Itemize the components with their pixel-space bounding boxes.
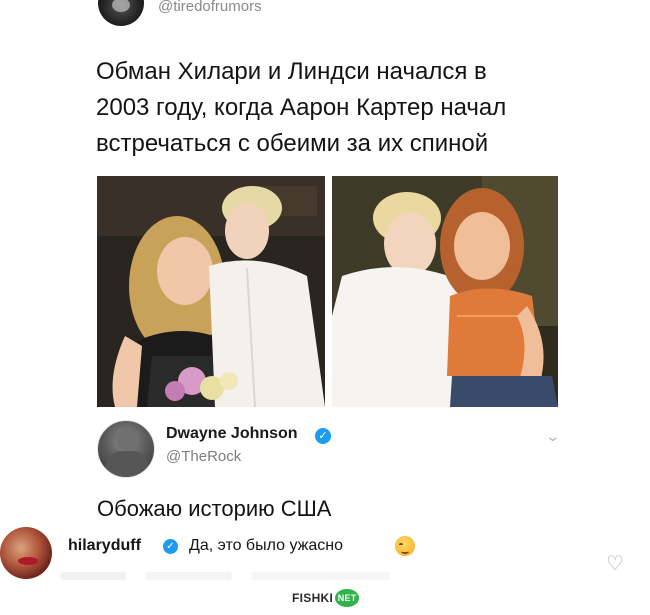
fishki-watermark: FISHKI NET [292, 588, 360, 608]
hilaryduff-avatar[interactable] [0, 527, 52, 579]
watermark-brand: FISHKI [292, 591, 334, 605]
chevron-down-icon[interactable]: ⌄ [545, 429, 561, 445]
dwayne-johnson-name[interactable]: Dwayne Johnson [166, 425, 298, 443]
smirking-face-icon [395, 536, 415, 556]
dwayne-johnson-avatar[interactable] [97, 420, 155, 478]
comment-meta-row [60, 572, 390, 580]
photo-aaron-lindsay[interactable] [332, 176, 558, 407]
verified-badge-icon: ✓ [163, 539, 178, 554]
tiredofrumors-avatar[interactable] [98, 0, 144, 26]
tweet-text: Обман Хилари и Линдси начался в 2003 год… [96, 54, 566, 162]
comment-text: Да, это было ужасно [189, 537, 343, 554]
comment-username[interactable]: hilaryduff [68, 537, 141, 555]
tweet-handle[interactable]: @tiredofrumors [158, 0, 262, 15]
heart-icon[interactable]: ♡ [606, 551, 624, 575]
quoted-tweet-text: Обожаю историю США [97, 496, 332, 521]
watermark-badge: NET [335, 589, 360, 607]
dwayne-johnson-handle[interactable]: @TheRock [166, 448, 241, 465]
tweet-text-line: Обман Хилари и Линдси начался в [96, 58, 487, 85]
photo-hilary-aaron[interactable] [97, 176, 325, 407]
tweet-text-line: встречаться с обеими за их спиной [96, 130, 489, 157]
verified-badge-icon: ✓ [315, 428, 331, 444]
tweet-text-line: 2003 году, когда Аарон Картер начал [96, 94, 507, 121]
